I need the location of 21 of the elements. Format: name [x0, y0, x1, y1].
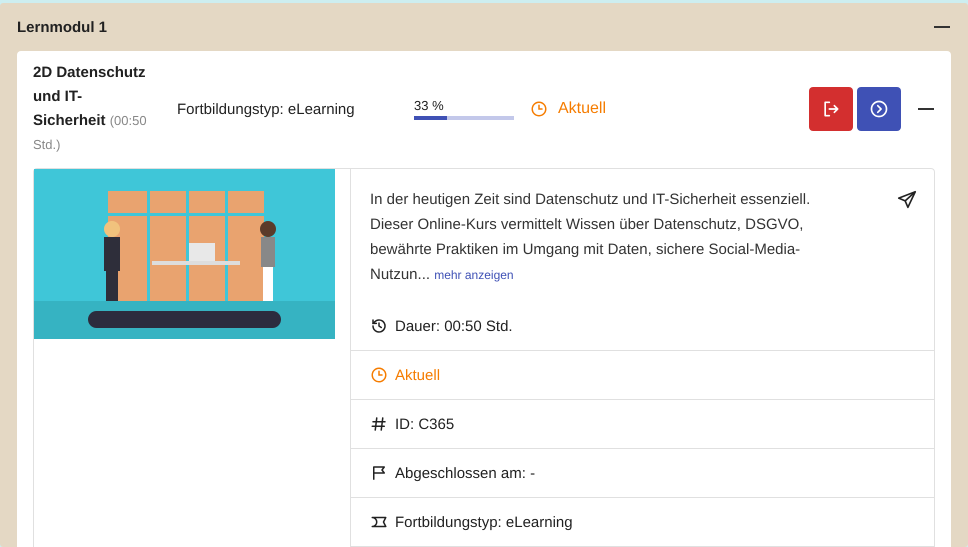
- module-title: Lernmodul 1: [17, 18, 108, 36]
- detail-text: ID: C365: [395, 416, 454, 432]
- detail-text: Aktuell: [395, 366, 440, 384]
- progress-label: 33 %: [414, 98, 445, 113]
- history-icon: [370, 317, 388, 335]
- detail-text: Dauer: 00:50 Std.: [395, 318, 513, 334]
- send-icon[interactable]: [896, 189, 918, 211]
- flag-icon: [370, 464, 388, 482]
- detail-text: Fortbildungstyp: eLearning: [395, 514, 573, 530]
- status-label: Aktuell: [558, 100, 606, 118]
- hash-icon: [370, 415, 388, 433]
- course-type: Fortbildungstyp: eLearning: [177, 100, 356, 118]
- clock-icon: [530, 100, 548, 118]
- course-title: 2D Datenschutz und IT-Sicherheit (00:50 Std.): [33, 63, 148, 154]
- clock-icon: [370, 366, 388, 384]
- chevron-circle-icon: [869, 99, 889, 119]
- show-more-link[interactable]: mehr anzeigen: [434, 268, 514, 282]
- exit-button[interactable]: [809, 87, 853, 131]
- detail-text: Abgeschlossen am: -: [395, 464, 536, 482]
- start-button[interactable]: [857, 87, 901, 131]
- course-description: In der heutigen Zeit sind Datenschutz und IT-Sicherheit essenziell. Dieser Online-Kurs vermittelt Wissen über Datenschutz, DSGVO, bewährte Praktiken im Umgang mit Daten, sichere Social-Media-Nutzun... mehr anzeigen: [370, 190, 812, 285]
